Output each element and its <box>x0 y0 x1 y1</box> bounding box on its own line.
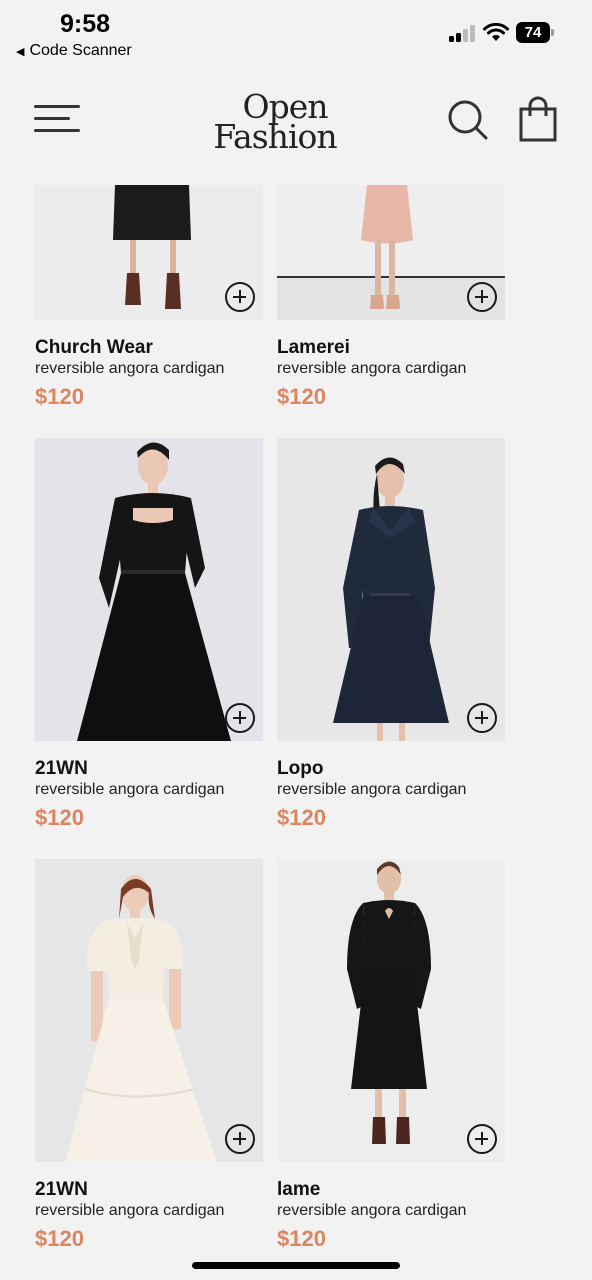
cellular-signal-icon <box>449 25 476 42</box>
app-header: Open Fashion <box>0 80 592 170</box>
product-price: $120 <box>277 1226 326 1251</box>
back-to-app-link[interactable]: ◀ Code Scanner <box>16 42 132 60</box>
product-name: Lamerei <box>277 337 350 358</box>
status-bar: 9:58 ◀ Code Scanner 74 <box>0 0 592 70</box>
product-price: $120 <box>35 1226 84 1251</box>
product-description: reversible angora cardigan <box>277 360 467 377</box>
add-to-cart-icon[interactable] <box>225 1124 255 1154</box>
shopping-bag-icon[interactable] <box>518 96 558 142</box>
home-indicator[interactable] <box>192 1262 400 1269</box>
product-price: $120 <box>277 805 326 830</box>
product-price: $120 <box>277 384 326 409</box>
product-price: $120 <box>35 805 84 830</box>
status-time: 9:58 <box>60 10 111 38</box>
product-image[interactable] <box>277 438 505 741</box>
brand-logo[interactable]: Open Fashion <box>200 90 350 160</box>
battery-level: 74 <box>516 22 550 43</box>
product-image[interactable] <box>35 185 263 320</box>
product-image[interactable] <box>35 859 263 1162</box>
product-name: 21WN <box>35 758 88 779</box>
search-icon[interactable] <box>446 98 490 142</box>
back-app-label: Code Scanner <box>29 42 132 59</box>
back-arrow-icon: ◀ <box>16 45 25 58</box>
add-to-cart-icon[interactable] <box>225 703 255 733</box>
product-name: Church Wear <box>35 337 153 358</box>
product-name: lame <box>277 1179 321 1200</box>
logo-line-2: Fashion <box>213 117 337 156</box>
product-image[interactable] <box>277 185 505 320</box>
product-description: reversible angora cardigan <box>35 360 225 377</box>
product-description: reversible angora cardigan <box>35 1202 225 1219</box>
product-name: Lopo <box>277 758 324 779</box>
add-to-cart-icon[interactable] <box>467 282 497 312</box>
wifi-icon <box>483 22 509 41</box>
product-price: $120 <box>35 384 84 409</box>
product-name: 21WN <box>35 1179 88 1200</box>
product-image[interactable] <box>277 859 505 1162</box>
product-image[interactable] <box>35 438 263 741</box>
add-to-cart-icon[interactable] <box>225 282 255 312</box>
product-description: reversible angora cardigan <box>35 781 225 798</box>
add-to-cart-icon[interactable] <box>467 1124 497 1154</box>
add-to-cart-icon[interactable] <box>467 703 497 733</box>
product-description: reversible angora cardigan <box>277 1202 467 1219</box>
hamburger-icon[interactable] <box>34 102 80 136</box>
product-description: reversible angora cardigan <box>277 781 467 798</box>
battery-icon: 74 <box>516 22 554 43</box>
